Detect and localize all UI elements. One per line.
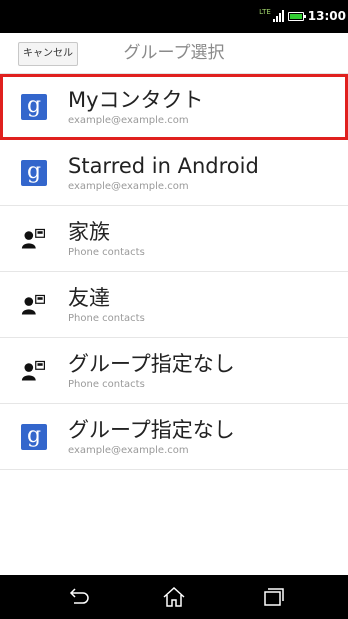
group-title: 家族 [68,220,110,244]
google-icon: g [21,160,47,186]
battery-icon [287,11,306,21]
group-account: example@example.com [68,445,189,456]
recent-apps-icon[interactable] [262,587,286,607]
group-item-ungrouped-google[interactable]: g グループ指定なし example@example.com [0,404,348,470]
group-title: グループ指定なし [68,418,235,442]
group-title: Starred in Android [68,154,259,178]
signal-icon [272,10,284,22]
group-title: グループ指定なし [68,352,235,376]
group-list: g Myコンタクト example@example.com g Starred … [0,74,348,470]
group-account: Phone contacts [68,313,145,324]
google-icon: g [21,94,47,120]
status-icons: LTE 13:00 [259,6,346,26]
group-account: example@example.com [68,115,189,126]
header: キャンセル グループ選択 [0,33,348,74]
group-title: Myコンタクト [68,88,204,112]
status-bar: LTE 13:00 [0,0,348,33]
group-account: Phone contacts [68,379,145,390]
page-title: グループ選択 [123,43,225,63]
back-icon[interactable] [66,587,90,607]
group-item-friends[interactable]: 友達 Phone contacts [0,272,348,338]
status-time: 13:00 [307,9,346,23]
google-icon: g [21,424,47,450]
navigation-bar [0,575,348,619]
phone-contact-icon [21,294,46,315]
group-account: Phone contacts [68,247,145,258]
home-icon[interactable] [162,587,186,607]
group-title: 友達 [68,286,110,310]
group-item-starred[interactable]: g Starred in Android example@example.com [0,140,348,206]
lte-icon: LTE [259,7,271,16]
group-account: example@example.com [68,181,189,192]
phone-contact-icon [21,360,46,381]
group-item-my-contacts[interactable]: g Myコンタクト example@example.com [0,74,348,140]
phone-contact-icon [21,228,46,249]
group-item-ungrouped-phone[interactable]: グループ指定なし Phone contacts [0,338,348,404]
group-item-family[interactable]: 家族 Phone contacts [0,206,348,272]
